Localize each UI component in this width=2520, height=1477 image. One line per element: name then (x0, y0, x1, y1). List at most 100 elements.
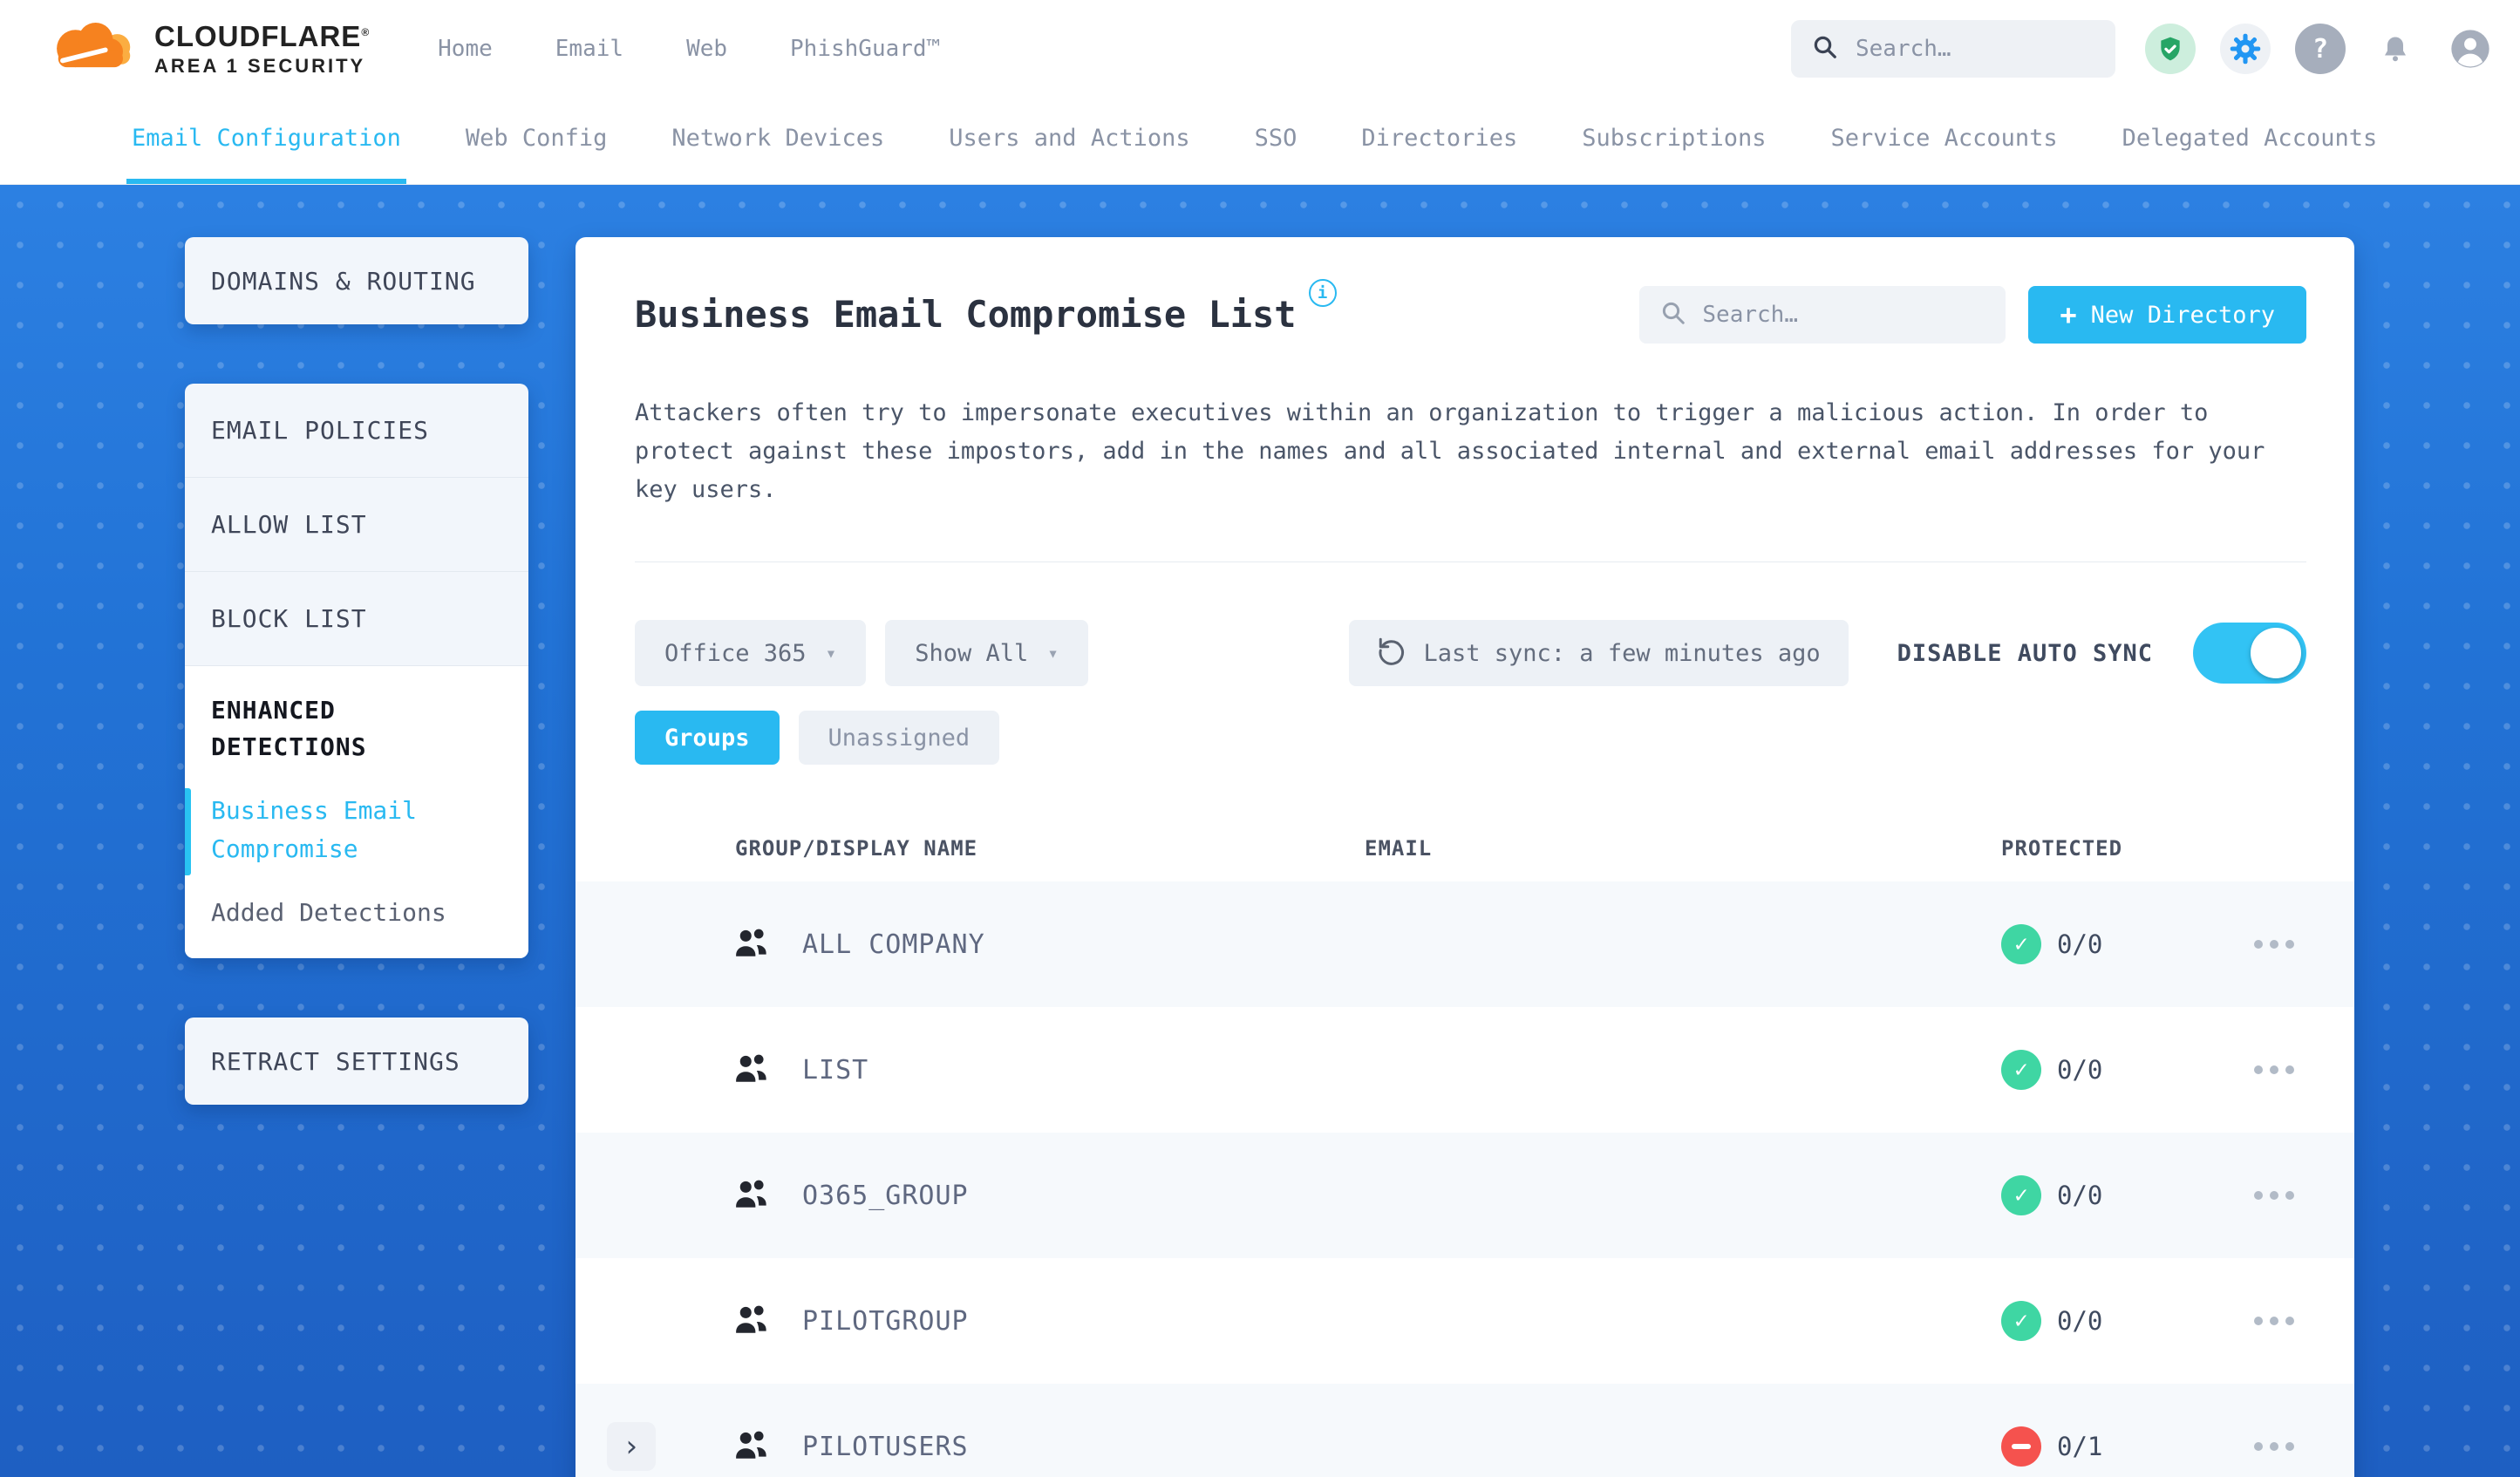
row-name: LIST (802, 1054, 869, 1086)
view-tab-unassigned[interactable]: Unassigned (798, 711, 1000, 765)
table-row: › PILOTGROUP ✓ 0/0 (576, 1258, 2354, 1384)
groups-table: GROUP/DISPLAY NAME EMAIL PROTECTED › ALL… (576, 815, 2354, 1477)
auto-sync-toggle[interactable] (2193, 623, 2306, 684)
row-name: PILOTGROUP (802, 1305, 969, 1337)
avatar-icon[interactable] (2445, 24, 2496, 74)
sidebar-item-added-detections[interactable]: Added Detections (211, 898, 502, 927)
group-icon (706, 1299, 785, 1343)
nav-email[interactable]: Email (555, 36, 623, 62)
auto-sync-label: DISABLE AUTO SYNC (1897, 639, 2153, 667)
gear-icon[interactable] (2220, 24, 2271, 74)
show-filter-dropdown[interactable]: Show All ▾ (885, 620, 1088, 686)
tab-service-accounts[interactable]: Service Accounts (1826, 98, 2063, 184)
global-search[interactable] (1791, 20, 2115, 78)
sidebar-section-enhanced-detections: ENHANCED DETECTIONS Business Email Compr… (185, 666, 528, 958)
search-icon (1660, 300, 1686, 330)
sidebar-item-allow-list[interactable]: ALLOW LIST (185, 478, 528, 572)
table-row: › O365_GROUP ✓ 0/0 (576, 1133, 2354, 1258)
global-search-input[interactable] (1856, 36, 2094, 62)
view-tab-groups[interactable]: Groups (635, 711, 780, 765)
sidebar-item-enhanced-detections[interactable]: ENHANCED DETECTIONS (211, 692, 502, 766)
tab-sso[interactable]: SSO (1250, 98, 1303, 184)
shield-check-icon[interactable] (2145, 24, 2196, 74)
sidebar-item-business-email-compromise[interactable]: Business Email Compromise (185, 788, 502, 875)
tab-subscriptions[interactable]: Subscriptions (1577, 98, 1771, 184)
group-icon (706, 922, 785, 966)
table-row: › PILOTUSERS ✓ 0/1 (576, 1384, 2354, 1477)
list-search-input[interactable] (1702, 302, 1985, 328)
tab-web-config[interactable]: Web Config (460, 98, 613, 184)
column-header-name: GROUP/DISPLAY NAME (735, 836, 978, 861)
protected-badge: ✓ (2001, 924, 2041, 964)
column-header-email: EMAIL (1365, 836, 1433, 861)
table-body: › ALL COMPANY ✓ 0/0 › (576, 881, 2354, 1477)
row-name: O365_GROUP (802, 1180, 969, 1211)
table-header: GROUP/DISPLAY NAME EMAIL PROTECTED (576, 815, 2354, 881)
sidebar-item-email-policies[interactable]: EMAIL POLICIES (185, 384, 528, 478)
row-actions-menu[interactable] (2206, 1065, 2354, 1074)
nav-phishguard[interactable]: PhishGuard™ (790, 36, 940, 62)
table-row: › ALL COMPANY ✓ 0/0 (576, 881, 2354, 1007)
cloudflare-cloud-icon (48, 18, 140, 79)
sidebar-item-retract-settings[interactable]: RETRACT SETTINGS (185, 1018, 528, 1105)
nav-home[interactable]: Home (438, 36, 493, 62)
column-header-protected: PROTECTED (2001, 836, 2123, 861)
page-description: Attackers often try to impersonate execu… (635, 399, 2265, 503)
new-directory-button[interactable]: + New Directory (2028, 286, 2306, 344)
sync-icon (1377, 636, 1406, 671)
check-icon: ✓ (2014, 1057, 2028, 1083)
group-icon (706, 1048, 785, 1092)
tab-directories[interactable]: Directories (1356, 98, 1522, 184)
last-sync-button[interactable]: Last sync: a few minutes ago (1348, 620, 1849, 686)
check-icon: ✓ (2014, 931, 2028, 957)
search-icon (1812, 34, 1838, 64)
tab-users-and-actions[interactable]: Users and Actions (943, 98, 1195, 184)
bell-icon[interactable] (2370, 24, 2421, 74)
tab-delegated-accounts[interactable]: Delegated Accounts (2117, 98, 2383, 184)
row-actions-menu[interactable] (2206, 1191, 2354, 1200)
protected-badge: ✓ (2001, 1301, 2041, 1341)
nav-web[interactable]: Web (686, 36, 727, 62)
row-actions-menu[interactable] (2206, 940, 2354, 949)
main-panel: Business Email Compromise Listi + New Di… (576, 237, 2354, 1477)
help-icon[interactable]: ? (2295, 24, 2346, 74)
group-icon (706, 1174, 785, 1217)
directory-filter-dropdown[interactable]: Office 365 ▾ (635, 620, 867, 686)
info-icon[interactable]: i (1308, 279, 1337, 307)
check-icon: ✓ (2014, 1308, 2028, 1334)
active-item-indicator (185, 788, 191, 875)
protected-badge: ✓ (2001, 1050, 2041, 1090)
protected-count: 0/0 (2057, 1306, 2103, 1336)
row-actions-menu[interactable] (2206, 1442, 2354, 1451)
sidebar: DOMAINS & ROUTING EMAIL POLICIES ALLOW L… (185, 237, 528, 1105)
protected-count: 0/0 (2057, 929, 2103, 959)
tab-network-devices[interactable]: Network Devices (666, 98, 889, 184)
section-tab-bar: Email Configuration Web Config Network D… (0, 98, 2520, 185)
sidebar-item-block-list[interactable]: BLOCK LIST (185, 572, 528, 666)
protected-badge: ✓ (2001, 1426, 2041, 1467)
plus-icon: + (2060, 298, 2077, 331)
top-nav: Home Email Web PhishGuard™ (438, 36, 940, 62)
toggle-knob (2251, 628, 2301, 678)
check-icon: ✓ (2014, 1182, 2028, 1208)
top-header: CLOUDFLARE® AREA 1 SECURITY Home Email W… (0, 0, 2520, 98)
workspace-background: DOMAINS & ROUTING EMAIL POLICIES ALLOW L… (0, 185, 2520, 1477)
minus-icon (2012, 1444, 2031, 1449)
protected-count: 0/0 (2057, 1181, 2103, 1210)
protected-count: 0/1 (2057, 1432, 2103, 1461)
brand-subtitle: AREA 1 SECURITY (154, 55, 366, 77)
cloudflare-logo[interactable]: CLOUDFLARE® AREA 1 SECURITY (48, 18, 370, 79)
table-row: › LIST ✓ 0/0 (576, 1007, 2354, 1133)
row-actions-menu[interactable] (2206, 1317, 2354, 1325)
protected-count: 0/0 (2057, 1055, 2103, 1085)
list-search[interactable] (1639, 286, 2006, 344)
sidebar-item-domains-routing[interactable]: DOMAINS & ROUTING (185, 237, 528, 324)
protected-badge: ✓ (2001, 1175, 2041, 1215)
group-icon (706, 1425, 785, 1468)
row-name: ALL COMPANY (802, 929, 985, 960)
page-title: Business Email Compromise List i (635, 279, 1337, 345)
caret-down-icon: ▾ (1047, 643, 1059, 664)
tab-email-configuration[interactable]: Email Configuration (126, 98, 406, 184)
expand-button[interactable]: › (607, 1422, 656, 1471)
row-name: PILOTUSERS (802, 1431, 969, 1462)
